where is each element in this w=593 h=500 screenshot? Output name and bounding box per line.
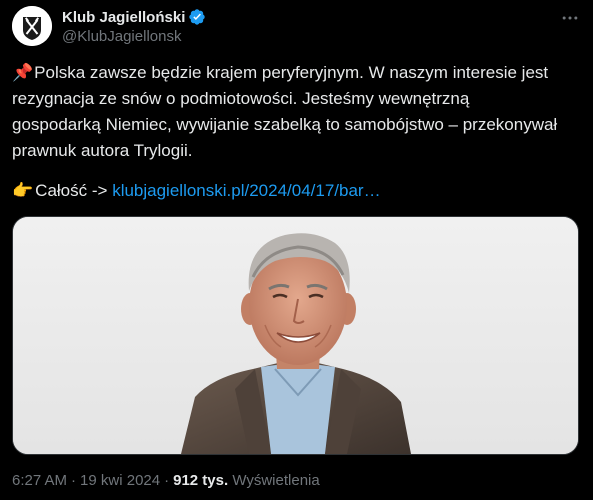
article-link[interactable]: klubjagiellonski.pl/2024/04/17/bar… [112, 181, 380, 200]
tweet-line-text: Polska zawsze będzie krajem peryferyjnym… [34, 63, 549, 82]
more-options-icon[interactable] [558, 6, 582, 30]
views-count: 912 tys. [173, 472, 229, 489]
tweet-line-3: gospodarką Niemiec, wywijanie szabelką t… [12, 115, 558, 134]
tweet-time[interactable]: 6:27 AM [12, 472, 67, 489]
views-label: Wyświetlenia [232, 472, 320, 489]
author-name-row: Klub Jagielloński [62, 7, 206, 27]
verified-badge-icon[interactable] [188, 8, 206, 26]
tweet-meta: 6:27 AM · 19 kwi 2024 · 912 tys. Wyświetleni… [12, 472, 320, 489]
tweet-link-row: 👉 Całość -> klubjagiellonski.pl/2024/04/1… [12, 178, 381, 204]
tweet-line-1: 📌Polska zawsze będzie krajem peryferyjny… [12, 60, 582, 86]
portrait-photo-icon [13, 217, 578, 454]
display-name[interactable]: Klub Jagielloński [62, 9, 185, 26]
tweet-media-image[interactable] [12, 216, 579, 455]
tweet-date[interactable]: 19 kwi 2024 [80, 472, 160, 489]
tweet-line-4: prawnuk autora Trylogii. [12, 141, 193, 160]
pointing-hand-emoji-icon: 👉 [12, 181, 34, 200]
meta-separator: · [71, 472, 77, 489]
tweet-text: 📌Polska zawsze będzie krajem peryferyjny… [12, 60, 582, 164]
pushpin-emoji-icon: 📌 [12, 63, 34, 82]
meta-separator: · [164, 472, 170, 489]
tweet-line-2: rezygnacja ze snów o podmiotowości. Jest… [12, 89, 470, 108]
tweet-card: Klub Jagielloński @KlubJagiellonsk 📌Pols… [0, 0, 593, 500]
avatar[interactable] [12, 6, 52, 46]
handle[interactable]: @KlubJagiellonsk [62, 28, 181, 45]
crossed-swords-logo-icon [12, 6, 52, 46]
link-prefix: Całość -> [35, 181, 108, 200]
